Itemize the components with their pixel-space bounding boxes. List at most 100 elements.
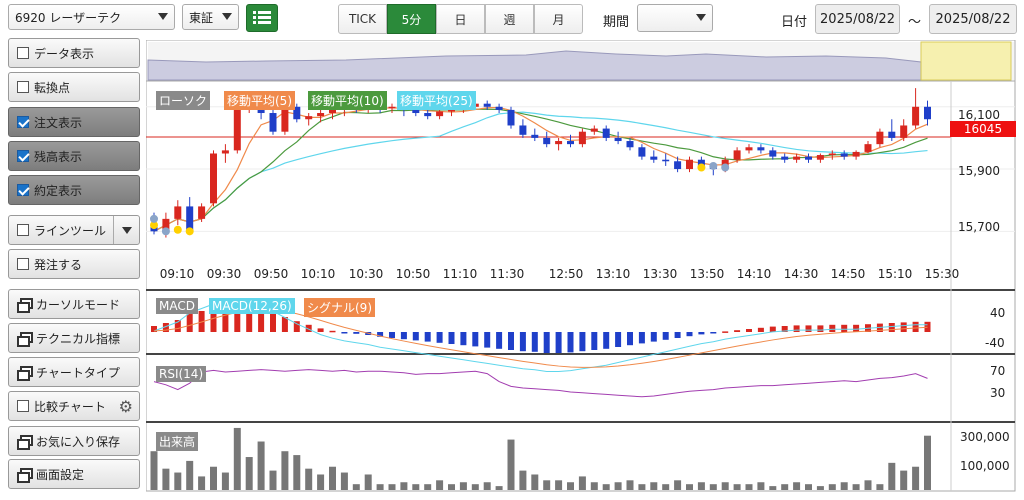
interval-week[interactable]: 週 [485, 4, 534, 34]
candle-body [686, 159, 693, 170]
volume-bar [186, 460, 194, 490]
sidebar-item-label: 発注する [34, 257, 83, 272]
sidebar-item-label: カーソルモード [36, 297, 121, 312]
checkbox [17, 224, 29, 236]
time-tick: 13:30 [643, 267, 678, 281]
candle-body [745, 147, 753, 151]
checkbox [17, 184, 29, 196]
macd-bar [746, 329, 752, 332]
sidebar-item-3[interactable]: 残高表示 [8, 141, 140, 171]
list-button[interactable] [246, 4, 278, 32]
candle-body [757, 147, 765, 151]
macd-bar [472, 332, 479, 347]
macd-bar [281, 317, 288, 332]
macd-bar [888, 323, 895, 332]
volume-bar [543, 480, 551, 490]
candle-body [924, 106, 931, 120]
volume-bar [578, 476, 586, 490]
execution-marker [721, 163, 730, 172]
volume-bar [471, 484, 479, 490]
sidebar-item-5[interactable]: ラインツール [8, 215, 140, 245]
stock-select[interactable]: 6920 レーザーテク [8, 4, 175, 30]
interval-day[interactable]: 日 [436, 4, 485, 34]
candle-body [412, 109, 420, 114]
sidebar-item-9[interactable]: チャートタイプ [8, 357, 140, 387]
macd-bar [686, 332, 693, 337]
sidebar-item-label: 約定表示 [34, 183, 83, 198]
candle-body [424, 113, 432, 117]
macd-bar [317, 328, 324, 332]
candle-body [578, 131, 586, 145]
candle-body [769, 150, 777, 157]
candle-body [900, 125, 908, 138]
interval-month[interactable]: 月 [534, 4, 583, 34]
macd-bar [484, 332, 491, 348]
volume-bar [686, 484, 693, 490]
chevron-down-icon [696, 14, 706, 21]
sidebar-item-1[interactable]: 転換点 [8, 72, 140, 102]
price-tick: 16,100 [958, 108, 1000, 122]
price-tick: 15,700 [958, 220, 1000, 234]
volume-tick: 300,000 [960, 430, 1010, 444]
sidebar-item-label: データ表示 [34, 46, 95, 61]
volume-bar [376, 484, 384, 490]
candle-body [912, 106, 920, 126]
time-tick: 09:30 [207, 267, 242, 281]
sidebar-item-11[interactable]: お気に入り保存 [8, 426, 140, 456]
macd-bar [615, 332, 622, 347]
candle-body [840, 153, 848, 157]
volume-bar [733, 484, 741, 490]
gear-icon[interactable]: ⚙ [119, 397, 133, 416]
sidebar-item-2[interactable]: 注文表示 [8, 107, 140, 137]
macd-tick: 40 [990, 306, 1006, 320]
sidebar-item-10[interactable]: 比較チャート ⚙ [8, 391, 140, 421]
volume-bar [293, 455, 301, 490]
candle-body [221, 150, 229, 154]
market-select[interactable]: 東証 [182, 4, 239, 30]
sidebar-item-7[interactable]: カーソルモード [8, 289, 140, 319]
legend-signal: シグナル(9) [304, 298, 375, 317]
candle-body [436, 111, 444, 117]
window-icon [17, 366, 33, 381]
volume-bar [626, 480, 634, 490]
volume-bar [757, 482, 765, 490]
window-icon [17, 435, 33, 450]
current-price-badge: 16045 [950, 121, 1016, 137]
legend-ma5: 移動平均(5) [224, 91, 295, 110]
sidebar-item-8[interactable]: テクニカル指標 [8, 323, 140, 353]
volume-bar [448, 484, 455, 490]
macd-bar [412, 332, 419, 341]
volume-bar [793, 482, 801, 490]
period-select[interactable] [637, 4, 713, 32]
execution-marker [173, 225, 182, 234]
sidebar-item-6[interactable]: 発注する [8, 249, 140, 279]
macd-bar [638, 332, 645, 344]
volume-bar [210, 466, 217, 490]
macd-bar [555, 332, 562, 353]
volume-bar [650, 482, 658, 490]
volume-bar [567, 482, 574, 490]
time-tick: 09:10 [160, 267, 195, 281]
date-from-input[interactable]: 2025/08/22 [815, 4, 900, 34]
volume-bar [721, 482, 729, 490]
macd-bar [567, 332, 574, 353]
candle-body [519, 125, 527, 135]
sidebar-item-0[interactable]: データ表示 [8, 38, 140, 68]
checkbox [17, 400, 29, 412]
volume-bar [329, 466, 336, 490]
rsi-tick: 70 [990, 364, 1006, 378]
checkbox [17, 116, 29, 128]
interval-tick[interactable]: TICK [338, 4, 387, 34]
macd-bar [389, 332, 395, 338]
candle-body [174, 206, 182, 219]
chevron-down-icon[interactable] [113, 216, 139, 244]
volume-bar [269, 470, 277, 490]
interval-5min[interactable]: 5分 [387, 4, 436, 34]
checkbox [17, 258, 29, 270]
macd-bar [270, 312, 276, 332]
rsi-tick: 30 [990, 386, 1006, 400]
date-to-input[interactable]: 2025/08/22 [929, 4, 1017, 34]
sidebar-item-12[interactable]: 画面設定 [8, 459, 140, 489]
sidebar-item-4[interactable]: 約定表示 [8, 175, 140, 205]
volume-bar [900, 470, 908, 490]
